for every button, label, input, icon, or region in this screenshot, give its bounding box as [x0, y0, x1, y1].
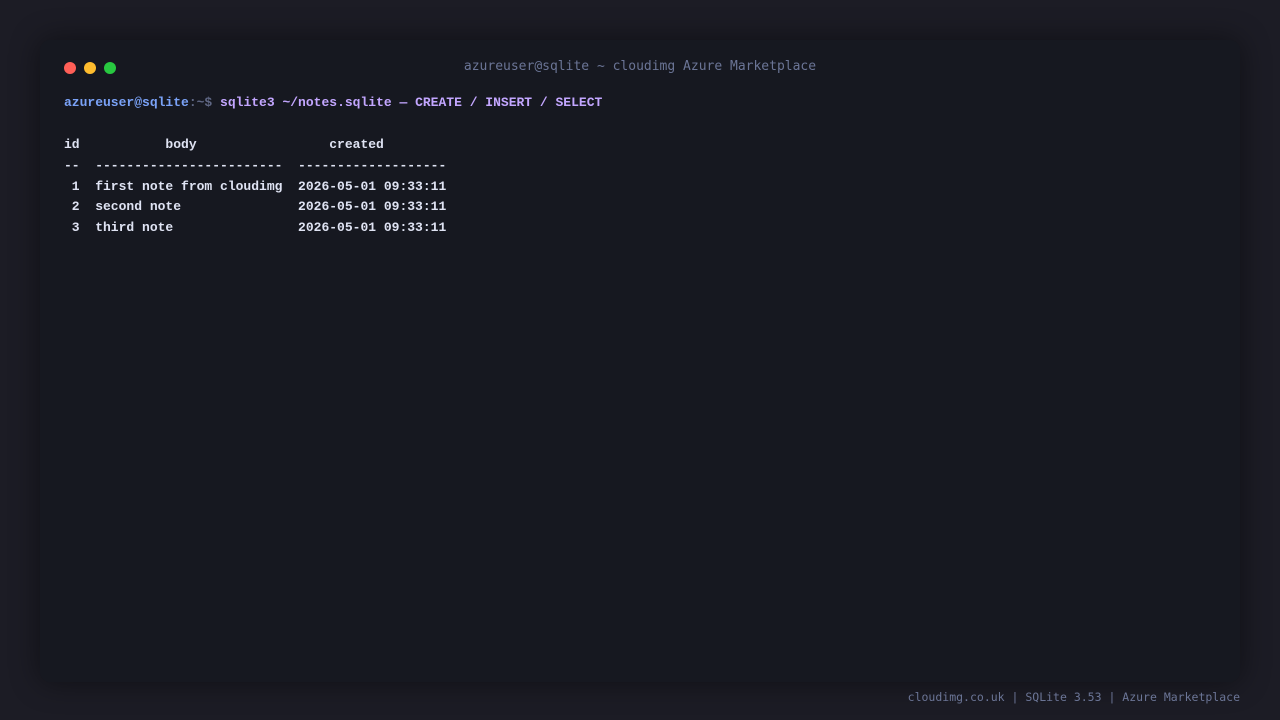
terminal-output[interactable]: azureuser@sqlite:~$ sqlite3 ~/notes.sqli…	[64, 93, 1216, 239]
prompt-separator: :~$	[188, 95, 221, 110]
window-title: azureuser@sqlite ~ cloudimg Azure Market…	[463, 59, 817, 74]
footer-caption: cloudimg.co.uk | SQLite 3.53 | Azure Mar…	[907, 690, 1240, 704]
table-row: 1 first note from cloudimg 2026-05-01 09…	[64, 178, 447, 194]
table-header: id body created	[64, 137, 384, 152]
terminal-window: azureuser@sqlite ~ cloudimg Azure Market…	[40, 40, 1240, 682]
command-line: azureuser@sqlite:~$ sqlite3 ~/notes.sqli…	[64, 93, 1216, 114]
table-row: 3 third note 2026-05-01 09:33:11	[64, 220, 447, 235]
table-divider: -- ------------------------ ------------…	[64, 157, 447, 173]
table-row: 2 second note 2026-05-01 09:33:11	[64, 199, 447, 215]
command-text: sqlite3 ~/notes.sqlite — CREATE / INSERT…	[220, 95, 603, 110]
prompt-user: azureuser@sqlite	[64, 95, 189, 110]
